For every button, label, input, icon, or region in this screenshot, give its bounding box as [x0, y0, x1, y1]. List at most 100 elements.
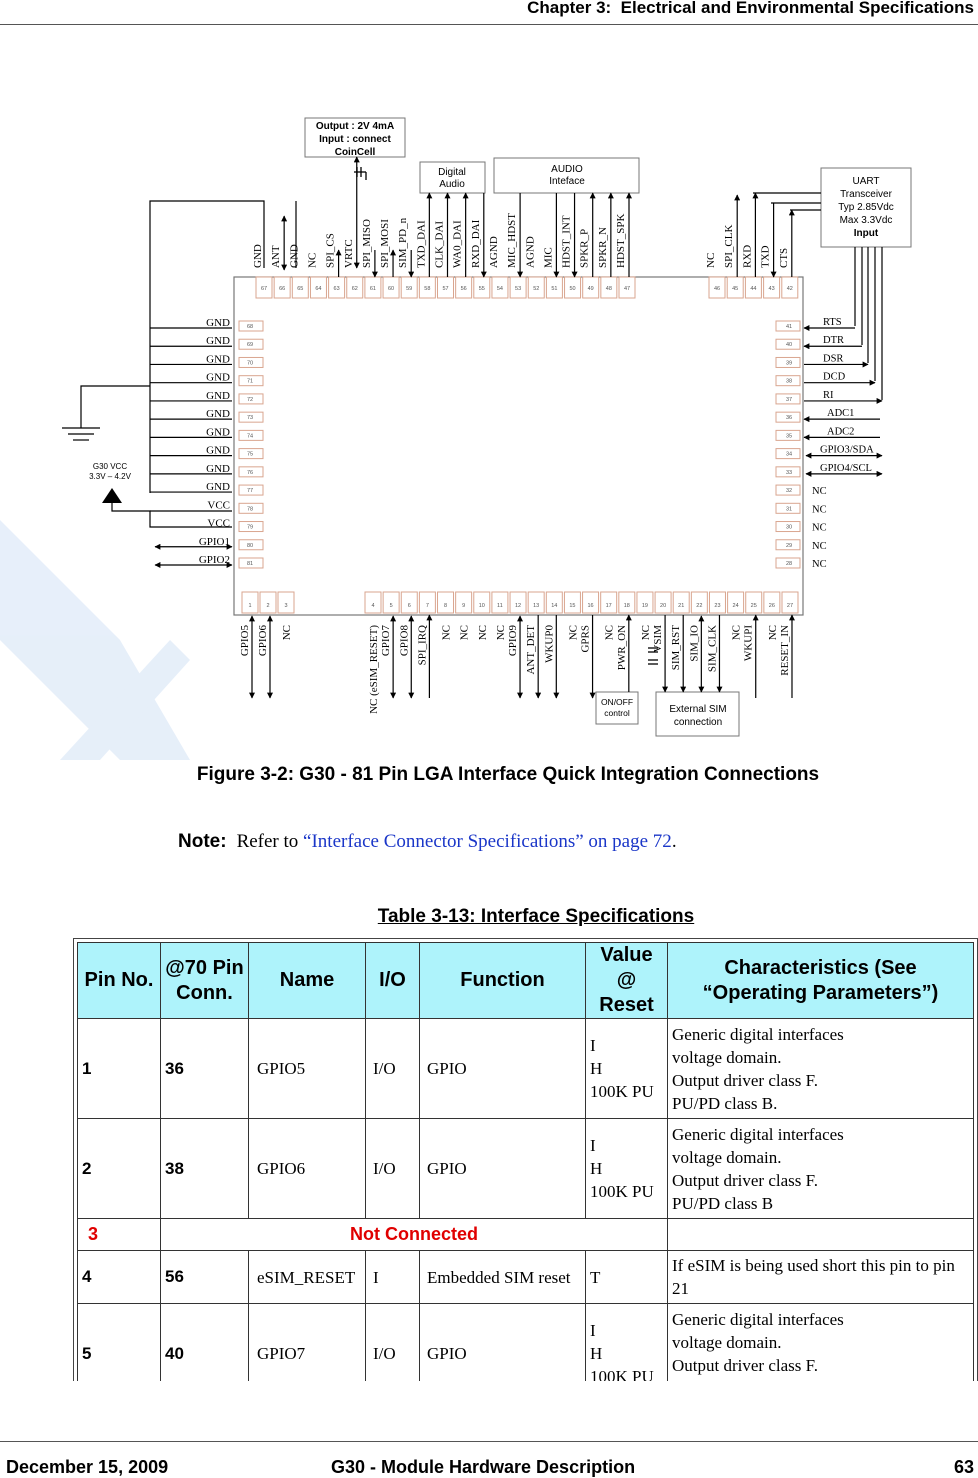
- pin-number: 20: [660, 603, 666, 609]
- characteristic-line: PU/PD class B.: [672, 1093, 778, 1113]
- pin-label: RXD: [741, 245, 753, 268]
- pin-top-63: 63 SPI_CS: [325, 233, 346, 299]
- pin-label: CTS: [778, 248, 790, 268]
- pin-number: 53: [515, 286, 521, 292]
- figure-caption: Figure 3-2: G30 - 81 Pin LGA Interface Q…: [196, 764, 820, 785]
- cell-io: I/O: [365, 1303, 420, 1381]
- pin-label: GND: [206, 408, 230, 420]
- pin-label: AGND: [524, 236, 536, 268]
- pin-number: 25: [751, 603, 757, 609]
- pin-label: MIC_HDST: [506, 213, 518, 268]
- pin-number: 60: [388, 286, 394, 292]
- pin-number: 22: [696, 603, 702, 609]
- pin-label: NC (eSIM_RESET): [368, 625, 380, 714]
- pin-number: 34: [786, 452, 792, 458]
- pin-top-44: 44 RXD: [741, 245, 762, 299]
- pin-number: 18: [624, 603, 630, 609]
- ground-symbol-icon: [62, 427, 100, 441]
- pin-label: GPIO3/SDA: [820, 445, 874, 456]
- pin-bottom-17: 17 NC: [600, 591, 618, 640]
- pin-label: SIM_IO: [688, 625, 700, 662]
- pin-right-35: 35 ADC2: [775, 426, 854, 441]
- note-link[interactable]: “Interface Connector Specifications” on …: [303, 831, 672, 852]
- pin-number: 48: [606, 286, 612, 292]
- characteristic-line: If eSIM is being used short this pin to …: [672, 1256, 955, 1298]
- reset-line: I: [590, 1321, 596, 1340]
- cell-not-connected: Not Connected: [160, 1218, 668, 1251]
- pin-label: SPKR_P: [579, 229, 591, 268]
- pin-label: DTR: [823, 335, 844, 346]
- reset-line: 100K PU: [590, 1082, 654, 1101]
- vcc-label-line: 3.3V – 4.2V: [89, 472, 131, 481]
- pin-bottom-13: 13 ANT_DET: [525, 591, 545, 675]
- pin-top-52: 52 AGND: [524, 236, 545, 299]
- pin-label: HDST_INT: [561, 215, 573, 268]
- pin-bottom-21: 21 SIM_RST: [670, 591, 690, 670]
- pin-label: ADC1: [827, 408, 854, 419]
- footer-title: G30 - Module Hardware Description: [331, 1457, 636, 1477]
- cell-conn: 40: [160, 1303, 249, 1381]
- pin-top-51: 51 MIC: [542, 247, 563, 299]
- pin-number: 71: [247, 379, 253, 385]
- pin-label: GPRS: [580, 625, 592, 653]
- pin-top-53: 53 MIC_HDST: [506, 213, 527, 299]
- pin-label: GND: [206, 372, 230, 384]
- pin-label: SPI_MOSI: [379, 219, 391, 268]
- pin-label: ADC2: [827, 426, 854, 437]
- pin-top-67: 67 GND: [252, 244, 273, 299]
- pin-top-62: 62 VRTC: [343, 239, 364, 299]
- pin-right-28: 28 NC: [775, 557, 827, 570]
- characteristic-line: Output driver class F.: [672, 1355, 818, 1375]
- pin-label: GND: [206, 335, 230, 347]
- pin-label: NC: [812, 486, 827, 497]
- pin-number: 12: [515, 603, 521, 609]
- pin-label: RTS: [823, 317, 842, 328]
- pin-label: GND: [206, 445, 230, 457]
- pin-number: 75: [247, 452, 253, 458]
- pin-label: NC: [604, 625, 616, 640]
- pin-right-29: 29 NC: [775, 539, 827, 552]
- pin-top-42: 42 CTS: [778, 248, 799, 299]
- pin-number: 24: [733, 603, 739, 609]
- pin-number: 27: [787, 603, 793, 609]
- coincell-box-text-line: Output : 2V 4mA: [316, 121, 394, 132]
- cell-name: GPIO5: [248, 1018, 366, 1119]
- pin-label: DSR: [823, 353, 843, 364]
- pin-number: 62: [352, 286, 358, 292]
- pin-label: VRTC: [343, 239, 355, 268]
- pin-number: 51: [551, 286, 557, 292]
- cell-function: Embedded SIM reset: [419, 1250, 586, 1304]
- pin-label: GND: [206, 463, 230, 475]
- pin-number: 35: [786, 433, 792, 439]
- characteristic-line: Generic digital interfaces: [672, 1124, 844, 1144]
- cell-pin: 5: [77, 1303, 161, 1381]
- sim-box-text-line: External SIM: [669, 704, 726, 715]
- audio-box-text-line: AUDIO: [551, 164, 583, 175]
- pin-number: 9: [462, 603, 465, 609]
- pin-number: 15: [569, 603, 575, 609]
- chip-outline: [233, 276, 804, 616]
- pin-top-54: 54 AGND: [488, 236, 509, 299]
- pin-label: CLK_DAI: [434, 221, 446, 268]
- pin-number: 1: [248, 603, 251, 609]
- pin-label: SPKR_N: [597, 227, 609, 268]
- characteristic-line: Generic digital interfaces: [672, 1024, 844, 1044]
- pin-number: 67: [261, 286, 267, 292]
- pin-number: 74: [247, 433, 253, 439]
- pin-bottom-14: 14 WKUP0: [543, 591, 563, 663]
- pin-label: VSIM: [652, 625, 664, 653]
- interface-spec-table-wrap: Pin No. @70 Pin Conn. Name I/O Function Value…: [73, 938, 978, 1381]
- pin-label: HDST_SPK: [615, 214, 627, 268]
- column-header: @70 Pin Conn.: [160, 942, 249, 1019]
- pin-number: 30: [786, 525, 792, 531]
- cell-function: GPIO: [419, 1118, 586, 1219]
- pin-label: NC: [306, 253, 318, 268]
- characteristic-line: PU/PD class B: [672, 1193, 774, 1213]
- pin-label: NC: [705, 253, 717, 268]
- reset-line: 100K PU: [590, 1182, 654, 1201]
- pin-number: 5: [390, 603, 393, 609]
- pin-number: 21: [678, 603, 684, 609]
- pin-right-39: 39 DSR: [775, 353, 843, 368]
- sim-box-text-line: connection: [674, 717, 722, 728]
- pin-label: RI: [823, 390, 834, 401]
